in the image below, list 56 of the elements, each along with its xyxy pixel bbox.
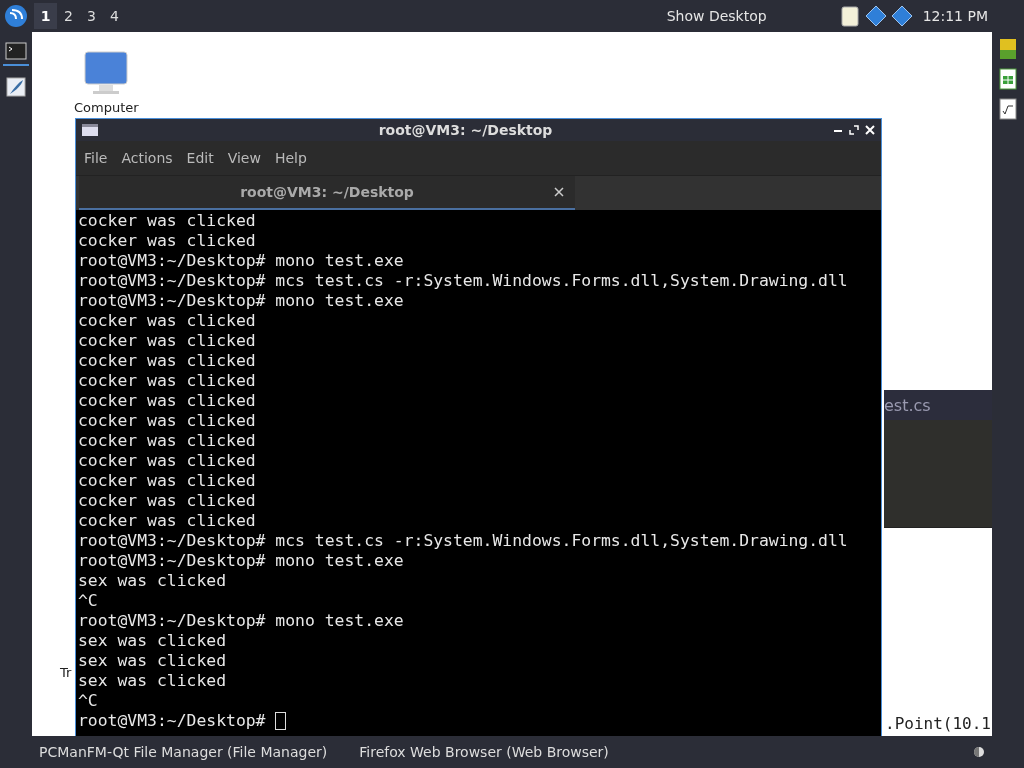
spreadsheet-icon — [998, 68, 1018, 90]
menu-item[interactable]: Help — [268, 146, 313, 170]
editor-tab[interactable]: est.cs — [884, 390, 992, 420]
terminal-line: root@VM3:~/Desktop# mono test.exe — [78, 551, 404, 571]
terminal-line: sex was clicked — [78, 651, 227, 671]
terminal-line: cocker was clicked — [78, 331, 256, 351]
terminal-line: ^C — [78, 591, 98, 611]
clock: 12:11 PM — [922, 8, 988, 24]
terminal-line: cocker was clicked — [78, 511, 256, 531]
formula-icon — [998, 98, 1018, 120]
taskbar-item[interactable]: PCManFM-Qt File Manager (File Manager) — [39, 744, 328, 760]
app-menu-icon[interactable] — [4, 4, 28, 28]
terminal-line: cocker was clicked — [78, 311, 256, 331]
code-text: .Point(10.1 — [885, 714, 991, 733]
terminal-line: cocker was clicked — [78, 231, 256, 251]
terminal-line: root@VM3:~/Desktop# mono test.exe — [78, 291, 404, 311]
terminal-line: sex was clicked — [78, 671, 227, 691]
terminal-line: root@VM3:~/Desktop# mcs test.cs -r:System.Windows.Forms.dll,System.Drawing.dll — [78, 271, 848, 291]
terminal-line: ^C — [78, 691, 98, 711]
icon-label: Computer — [74, 100, 139, 115]
terminal-icon — [5, 42, 27, 60]
computer-icon[interactable] — [83, 50, 130, 96]
terminal-line: cocker was clicked — [78, 391, 256, 411]
terminal-line: cocker was clicked — [78, 471, 256, 491]
show-desktop-button[interactable]: Show Desktop — [666, 8, 767, 24]
terminal-line: root@VM3:~/Desktop# mono test.exe — [78, 251, 404, 271]
document-icon — [998, 38, 1018, 60]
terminal-tab[interactable]: root@VM3: ~/Desktop — [79, 176, 575, 210]
terminal-line: cocker was clicked — [78, 351, 256, 371]
taskbar-item[interactable]: Firefox Web Browser (Web Browser) — [359, 744, 609, 760]
menu-item[interactable]: File — [78, 146, 114, 170]
menu-item[interactable]: Actions — [115, 146, 179, 170]
workspace-tab[interactable]: 2 — [57, 3, 80, 29]
desktop-text: Tr — [60, 665, 72, 680]
menu-item[interactable]: View — [221, 146, 267, 170]
diamond-icon[interactable] — [890, 5, 913, 27]
terminal-line: cocker was clicked — [78, 451, 256, 471]
terminal-line: sex was clicked — [78, 571, 227, 591]
maximize-icon[interactable] — [849, 125, 859, 135]
terminal-line: sex was clicked — [78, 631, 227, 651]
workspace-tab[interactable]: 3 — [80, 3, 103, 29]
menu-item[interactable]: Edit — [180, 146, 220, 170]
window-title: root@VM3: ~/Desktop — [378, 122, 553, 138]
terminal-line: cocker was clicked — [78, 491, 256, 511]
terminal-line: root@VM3:~/Desktop# — [78, 711, 267, 731]
terminal-line: root@VM3:~/Desktop# mcs test.cs -r:System.Windows.Forms.dll,System.Drawing.dll — [78, 531, 848, 551]
terminal-line: cocker was clicked — [78, 211, 256, 231]
workspace-tab[interactable]: 4 — [103, 3, 126, 29]
terminal-line: cocker was clicked — [78, 411, 256, 431]
terminal-line: cocker was clicked — [78, 371, 256, 391]
terminal-line: cocker was clicked — [78, 431, 256, 451]
diamond-icon[interactable] — [864, 5, 887, 27]
window-icon — [82, 124, 98, 136]
workspace-tab[interactable]: 1 — [34, 3, 57, 29]
terminal-line: root@VM3:~/Desktop# mono test.exe — [78, 611, 404, 631]
feather-icon — [6, 77, 26, 97]
